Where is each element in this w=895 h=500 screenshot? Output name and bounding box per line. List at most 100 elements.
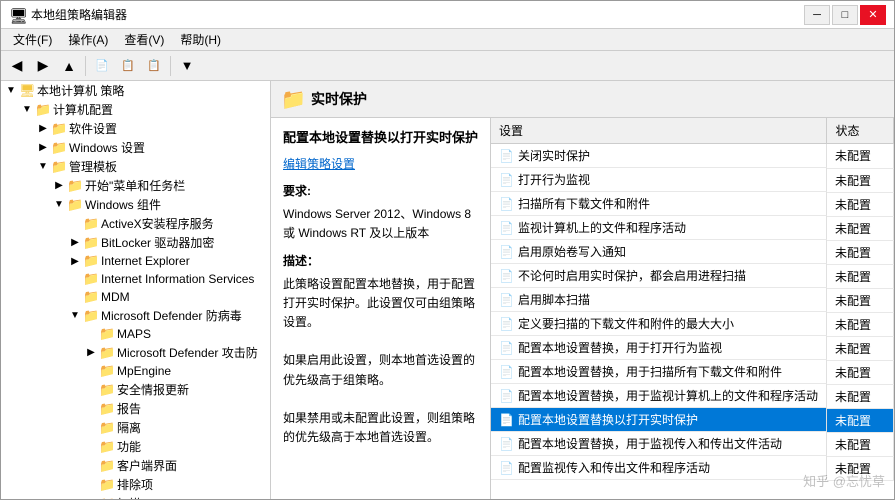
setting-row-label: 配置本地设置替换，用于监视计算机上的文件和程序活动 [518, 387, 818, 404]
label-computer-policy: 本地计算机 策略 [37, 82, 124, 99]
table-row[interactable]: 📄配置监视传入和传出文件和程序活动未配置 [491, 456, 894, 480]
setting-row-label: 启用脚本扫描 [518, 291, 590, 308]
setting-row-label: 定义要扫描的下载文件和附件的最大大小 [518, 315, 734, 332]
toggle-start-menu[interactable]: ▶ [51, 178, 67, 194]
tree-item-computer-policy[interactable]: ▼ 🖥 本地计算机 策略 [1, 81, 270, 100]
table-row[interactable]: 📄启用脚本扫描未配置 [491, 288, 894, 312]
table-row[interactable]: 📄配置本地设置替换以打开实时保护未配置 [491, 408, 894, 432]
icon-start-menu: 📁 [67, 178, 83, 194]
new-button[interactable]: 📋 [142, 54, 166, 78]
toggle-report: ▶ [83, 401, 99, 417]
edit-policy-link[interactable]: 编辑策略设置 [283, 157, 355, 171]
table-row[interactable]: 📄监视计算机上的文件和程序活动未配置 [491, 216, 894, 240]
tree-item-exclusions[interactable]: ▶ 📁 排除项 [1, 475, 270, 494]
setting-name-cell: 📄配置本地设置替换，用于监视传入和传出文件活动 [491, 432, 827, 456]
table-row[interactable]: 📄配置本地设置替换，用于打开行为监视未配置 [491, 336, 894, 360]
toggle-security-info: ▶ [83, 382, 99, 398]
maximize-button[interactable]: □ [832, 5, 858, 25]
icon-quarantine: 📁 [99, 420, 115, 436]
setting-name-cell: 📄配置本地设置替换以打开实时保护 [491, 408, 827, 432]
setting-name-cell: 📄定义要扫描的下载文件和附件的最大大小 [491, 312, 827, 336]
table-row[interactable]: 📄配置本地设置替换，用于扫描所有下载文件和附件未配置 [491, 360, 894, 384]
tree-item-software-settings[interactable]: ▶ 📁 软件设置 [1, 119, 270, 138]
setting-name-cell: 📄配置本地设置替换，用于打开行为监视 [491, 336, 827, 360]
setting-name-cell: 📄 启用脚本扫描 [491, 288, 827, 312]
back-button[interactable]: ◀ [5, 54, 29, 78]
table-row[interactable]: 📄启用原始卷写入通知未配置 [491, 240, 894, 264]
icon-exclusions: 📁 [99, 477, 115, 493]
forward-button[interactable]: ▶ [31, 54, 55, 78]
setting-row-label: 启用原始卷写入通知 [518, 243, 626, 260]
setting-status-cell: 未配置 [827, 312, 894, 336]
minimize-button[interactable]: ─ [804, 5, 830, 25]
tree-item-iis[interactable]: ▶ 📁 Internet Information Services [1, 270, 270, 288]
table-row[interactable]: 📄配置本地设置替换，用于监视传入和传出文件活动未配置 [491, 432, 894, 456]
tree-item-windows-settings[interactable]: ▶ 📁 Windows 设置 [1, 138, 270, 157]
table-row[interactable]: 📄配置本地设置替换，用于监视计算机上的文件和程序活动未配置 [491, 384, 894, 408]
menu-file[interactable]: 文件(F) [5, 29, 60, 50]
tree-item-scan[interactable]: ▶ 📁 扫描 [1, 494, 270, 499]
tree-item-start-menu[interactable]: ▶ 📁 开始"菜单和任务栏 [1, 176, 270, 195]
table-row[interactable]: 📄不论何时启用实时保护，都会启用进程扫描未配置 [491, 264, 894, 288]
table-row[interactable]: 📄关闭实时保护未配置 [491, 144, 894, 169]
toggle-windows-components[interactable]: ▼ [51, 197, 67, 213]
tree-item-windows-components[interactable]: ▼ 📁 Windows 组件 [1, 195, 270, 214]
toggle-computer-config[interactable]: ▼ [19, 102, 35, 118]
toggle-admin-templates[interactable]: ▼ [35, 159, 51, 175]
description-body: 此策略设置配置本地替换，用于配置打开实时保护。此设置仅可由组策略设置。 如果启用… [283, 275, 478, 448]
toggle-software-settings[interactable]: ▶ [35, 121, 51, 137]
label-mdm: MDM [101, 290, 130, 304]
tree-item-activex[interactable]: ▶ 📁 ActiveX安装程序服务 [1, 214, 270, 233]
toggle-ie[interactable]: ▶ [67, 253, 83, 269]
up-button[interactable]: ▲ [57, 54, 81, 78]
setting-name-cell: 📄打开行为监视 [491, 168, 827, 192]
setting-row-icon: 📄 [499, 341, 514, 355]
icon-windows-settings: 📁 [51, 140, 67, 156]
tree-item-mdm[interactable]: ▶ 📁 MDM [1, 288, 270, 306]
toggle-defender[interactable]: ▼ [67, 308, 83, 324]
toggle-defender-attack[interactable]: ▶ [83, 345, 99, 361]
menu-bar: 文件(F) 操作(A) 查看(V) 帮助(H) [1, 29, 894, 51]
icon-scan: 📁 [99, 496, 115, 500]
tree-item-ie[interactable]: ▶ 📁 Internet Explorer [1, 252, 270, 270]
right-panel: 📁 实时保护 配置本地设置替换以打开实时保护 编辑策略设置 要求: Window… [271, 81, 894, 499]
tree-item-defender[interactable]: ▼ 📁 Microsoft Defender 防病毒 [1, 306, 270, 325]
table-row[interactable]: 📄扫描所有下载文件和附件未配置 [491, 192, 894, 216]
tree-item-admin-templates[interactable]: ▼ 📁 管理模板 [1, 157, 270, 176]
setting-status-cell: 未配置 [827, 384, 894, 408]
tree-item-security-info[interactable]: ▶ 📁 安全情报更新 [1, 380, 270, 399]
tree-item-client-ui[interactable]: ▶ 📁 客户端界面 [1, 456, 270, 475]
label-maps: MAPS [117, 327, 151, 341]
tree-item-defender-attack[interactable]: ▶ 📁 Microsoft Defender 攻击防 [1, 343, 270, 362]
app-icon: 🖥 [9, 7, 25, 23]
toggle-exclusions: ▶ [83, 477, 99, 493]
tree-item-report[interactable]: ▶ 📁 报告 [1, 399, 270, 418]
menu-view[interactable]: 查看(V) [116, 29, 172, 50]
toggle-bitlocker[interactable]: ▶ [67, 235, 83, 251]
filter-button[interactable]: ▼ [175, 54, 199, 78]
close-button[interactable]: ✕ [860, 5, 886, 25]
main-window: 🖥 本地组策略编辑器 ─ □ ✕ 文件(F) 操作(A) 查看(V) 帮助(H)… [0, 0, 895, 500]
setting-row-icon: 📄 [499, 293, 514, 307]
setting-row-icon: 📄 [499, 269, 514, 283]
tree-item-bitlocker[interactable]: ▶ 📁 BitLocker 驱动器加密 [1, 233, 270, 252]
tree-item-maps[interactable]: ▶ 📁 MAPS [1, 325, 270, 343]
col-status: 状态 [827, 118, 894, 144]
right-panel-header: 📁 实时保护 [271, 81, 894, 118]
tree-item-mpengine[interactable]: ▶ 📁 MpEngine [1, 362, 270, 380]
setting-status-cell: 未配置 [827, 216, 894, 240]
table-row[interactable]: 📄打开行为监视未配置 [491, 168, 894, 192]
properties-button[interactable]: 📋 [116, 54, 140, 78]
menu-action[interactable]: 操作(A) [60, 29, 116, 50]
tree-item-quarantine[interactable]: ▶ 📁 隔离 [1, 418, 270, 437]
toggle-windows-settings[interactable]: ▶ [35, 140, 51, 156]
toggle-computer-policy[interactable]: ▼ [3, 83, 19, 99]
tree-item-features[interactable]: ▶ 📁 功能 [1, 437, 270, 456]
setting-row-icon: 📄 [499, 173, 514, 187]
table-row[interactable]: 📄定义要扫描的下载文件和附件的最大大小未配置 [491, 312, 894, 336]
menu-help[interactable]: 帮助(H) [172, 29, 229, 50]
setting-status-cell: 未配置 [827, 456, 894, 480]
setting-status-cell: 未配置 [827, 432, 894, 456]
show-hide-button[interactable]: 📄 [90, 54, 114, 78]
tree-item-computer-config[interactable]: ▼ 📁 计算机配置 [1, 100, 270, 119]
